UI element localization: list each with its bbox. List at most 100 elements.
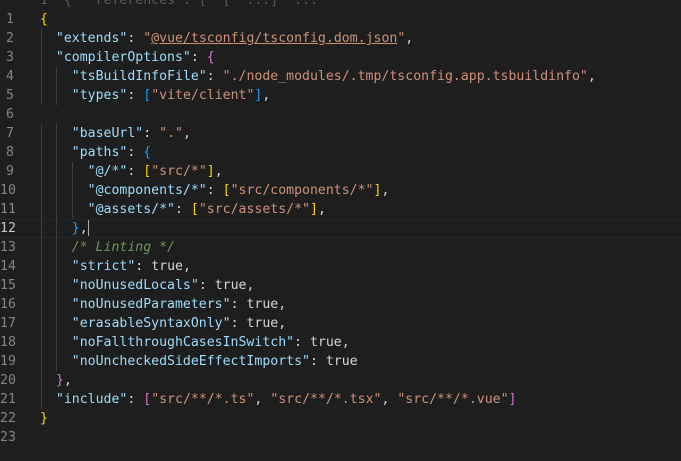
bracket: [ [190, 202, 199, 217]
code-line[interactable]: 18 "noFallthroughCasesInSwitch": true, [0, 333, 681, 352]
code-line[interactable]: 14 "strict": true, [0, 257, 681, 276]
line-number: 23 [0, 430, 16, 445]
code-line[interactable]: 20 }, [0, 371, 681, 390]
json-string: "." [159, 126, 183, 141]
code-text: "baseUrl": ".", [40, 124, 191, 143]
json-key: "noUncheckedSideEffectImports" [71, 354, 310, 369]
line-number: 4 [6, 69, 14, 84]
code-token: : [127, 88, 144, 103]
code-text: /* Linting */ [40, 238, 175, 257]
code-line[interactable]: 7 "baseUrl": ".", [0, 124, 681, 143]
code-token: : [135, 259, 152, 274]
code-token: : [127, 31, 144, 46]
code-token: , [262, 88, 271, 103]
line-number: 14 [0, 259, 16, 274]
code-line[interactable]: 10 "@components/*": ["src/components/*"]… [0, 181, 681, 200]
json-string: "vite/client" [151, 88, 255, 103]
json-string: "src/components/*" [230, 183, 374, 198]
code-line[interactable]: 13 /* Linting */ [0, 238, 681, 257]
code-line[interactable]: 17 "erasableSyntaxOnly": true, [0, 314, 681, 333]
code-token: , [182, 259, 191, 274]
bracket: [ [143, 88, 152, 103]
code-token: , [63, 373, 72, 388]
code-token: , [381, 183, 390, 198]
code-editor[interactable]: 1 { "references": [ "[" ...] "... 1{2 "e… [0, 0, 681, 461]
bracket: } [55, 373, 64, 388]
code-token: true [309, 335, 342, 350]
line-number: 16 [0, 297, 16, 312]
code-line[interactable]: 21 "include": ["src/**/*.ts", "src/**/*.… [0, 390, 681, 409]
code-line[interactable]: 22} [0, 409, 681, 428]
code-token: , [278, 316, 287, 331]
code-line[interactable]: 16 "noUnusedParameters": true, [0, 295, 681, 314]
code-line[interactable]: 8 "paths": { [0, 143, 681, 162]
json-string[interactable]: @vue/tsconfig/tsconfig.dom.json [151, 31, 397, 46]
code-line[interactable]: 15 "noUnusedLocals": true, [0, 276, 681, 295]
code-text: "erasableSyntaxOnly": true, [40, 314, 286, 333]
line-number: 19 [0, 354, 16, 369]
line-number: 5 [6, 88, 14, 103]
json-key: "types" [71, 88, 128, 103]
code-token: : [230, 316, 247, 331]
code-line[interactable]: 19 "noUncheckedSideEffectImports": true [0, 352, 681, 371]
code-token: true [246, 316, 279, 331]
code-line[interactable]: 12 }, [0, 219, 681, 239]
json-key: "paths" [71, 145, 128, 160]
line-number: 10 [0, 183, 16, 198]
code-line[interactable]: 23 [0, 428, 681, 447]
line-number: 21 [0, 392, 16, 407]
code-text: "@/*": ["src/*"], [40, 162, 223, 181]
code-line[interactable]: 4 "tsBuildInfoFile": "./node_modules/.tm… [0, 67, 681, 86]
json-key: "@components/*" [87, 183, 207, 198]
json-key: "erasableSyntaxOnly" [71, 316, 231, 331]
code-token: : [230, 297, 247, 312]
code-token: : [127, 145, 144, 160]
line-number: 20 [0, 373, 16, 388]
code-token: : [206, 69, 223, 84]
code-line[interactable]: 2 "extends": "@vue/tsconfig/tsconfig.dom… [0, 29, 681, 48]
line-number: 8 [6, 145, 14, 160]
json-string: " [143, 31, 152, 46]
code-token: , [381, 392, 398, 407]
code-text: }, [40, 220, 89, 237]
code-token: : [309, 354, 326, 369]
code-line[interactable]: 1{ [0, 10, 681, 29]
line-number: 3 [6, 50, 14, 65]
code-token: true [214, 278, 247, 293]
line-number: 11 [0, 202, 16, 217]
code-line[interactable]: 11 "@assets/*": ["src/assets/*"], [0, 200, 681, 219]
code-text: "noUnusedLocals": true, [40, 276, 255, 295]
bracket: ] [508, 392, 517, 407]
code-line[interactable]: 5 "types": ["vite/client"], [0, 86, 681, 105]
json-key: "tsBuildInfoFile" [71, 69, 207, 84]
code-line[interactable]: 6 [0, 105, 681, 124]
json-key: "@/*" [87, 164, 128, 179]
bracket: { [40, 12, 48, 27]
code-text: } [40, 409, 48, 428]
code-text: "noUncheckedSideEffectImports": true [40, 352, 358, 371]
code-text: { [40, 10, 48, 29]
code-token: : [174, 202, 191, 217]
code-text: }, [40, 371, 72, 390]
bracket: [ [222, 183, 231, 198]
json-string: "src/**/*.tsx" [270, 392, 382, 407]
code-text: "types": ["vite/client"], [40, 86, 271, 105]
code-line[interactable]: 9 "@/*": ["src/*"], [0, 162, 681, 181]
code-text: "tsBuildInfoFile": "./node_modules/.tmp/… [40, 67, 596, 86]
code-text: "@components/*": ["src/components/*"], [40, 181, 390, 200]
json-key: "compilerOptions" [55, 50, 191, 65]
code-line[interactable]: 3 "compilerOptions": { [0, 48, 681, 67]
line-number: 1 [6, 12, 14, 27]
line-number: 17 [0, 316, 16, 331]
